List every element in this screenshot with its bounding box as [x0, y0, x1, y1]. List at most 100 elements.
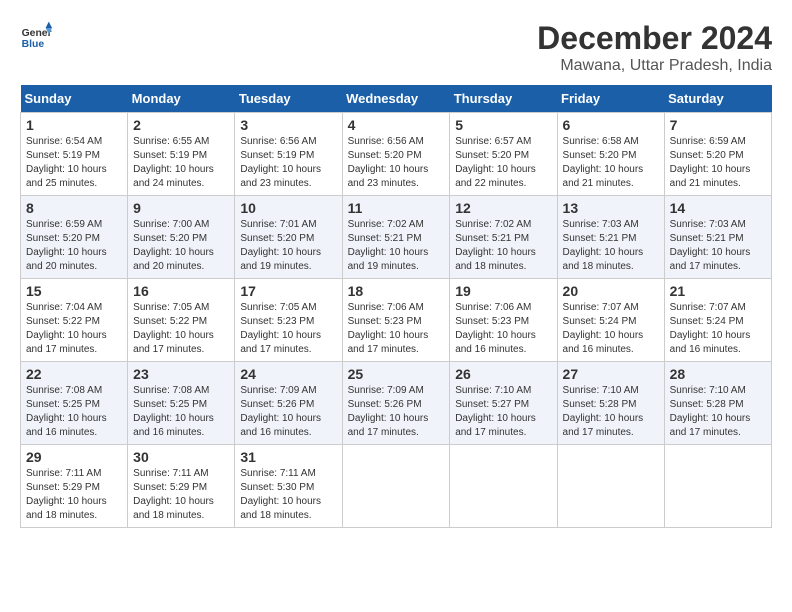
calendar-cell	[450, 445, 557, 528]
calendar-cell: 3 Sunrise: 6:56 AM Sunset: 5:19 PM Dayli…	[235, 113, 342, 196]
calendar-cell: 25 Sunrise: 7:09 AM Sunset: 5:26 PM Dayl…	[342, 362, 450, 445]
calendar-cell	[557, 445, 664, 528]
weekday-header-friday: Friday	[557, 85, 664, 113]
weekday-header-tuesday: Tuesday	[235, 85, 342, 113]
day-number: 13	[563, 200, 659, 216]
day-info: Sunrise: 7:11 AM Sunset: 5:29 PM Dayligh…	[26, 467, 122, 523]
day-info: Sunrise: 7:07 AM Sunset: 5:24 PM Dayligh…	[670, 301, 766, 357]
day-number: 24	[240, 366, 336, 382]
day-info: Sunrise: 6:55 AM Sunset: 5:19 PM Dayligh…	[133, 135, 229, 191]
day-number: 29	[26, 449, 122, 465]
calendar-cell: 19 Sunrise: 7:06 AM Sunset: 5:23 PM Dayl…	[450, 279, 557, 362]
day-number: 16	[133, 283, 229, 299]
calendar-week-4: 22 Sunrise: 7:08 AM Sunset: 5:25 PM Dayl…	[21, 362, 772, 445]
calendar-cell: 15 Sunrise: 7:04 AM Sunset: 5:22 PM Dayl…	[21, 279, 128, 362]
day-number: 2	[133, 117, 229, 133]
day-number: 27	[563, 366, 659, 382]
calendar-cell: 29 Sunrise: 7:11 AM Sunset: 5:29 PM Dayl…	[21, 445, 128, 528]
day-number: 9	[133, 200, 229, 216]
calendar-cell: 4 Sunrise: 6:56 AM Sunset: 5:20 PM Dayli…	[342, 113, 450, 196]
day-number: 7	[670, 117, 766, 133]
day-info: Sunrise: 7:08 AM Sunset: 5:25 PM Dayligh…	[133, 384, 229, 440]
day-info: Sunrise: 7:08 AM Sunset: 5:25 PM Dayligh…	[26, 384, 122, 440]
day-info: Sunrise: 7:02 AM Sunset: 5:21 PM Dayligh…	[348, 218, 445, 274]
calendar-cell: 24 Sunrise: 7:09 AM Sunset: 5:26 PM Dayl…	[235, 362, 342, 445]
day-info: Sunrise: 7:06 AM Sunset: 5:23 PM Dayligh…	[455, 301, 551, 357]
calendar-cell: 30 Sunrise: 7:11 AM Sunset: 5:29 PM Dayl…	[128, 445, 235, 528]
calendar-cell: 26 Sunrise: 7:10 AM Sunset: 5:27 PM Dayl…	[450, 362, 557, 445]
day-info: Sunrise: 7:09 AM Sunset: 5:26 PM Dayligh…	[240, 384, 336, 440]
day-info: Sunrise: 7:10 AM Sunset: 5:28 PM Dayligh…	[670, 384, 766, 440]
day-info: Sunrise: 6:56 AM Sunset: 5:19 PM Dayligh…	[240, 135, 336, 191]
day-info: Sunrise: 7:11 AM Sunset: 5:30 PM Dayligh…	[240, 467, 336, 523]
day-number: 18	[348, 283, 445, 299]
calendar-cell: 14 Sunrise: 7:03 AM Sunset: 5:21 PM Dayl…	[664, 196, 771, 279]
weekday-header-wednesday: Wednesday	[342, 85, 450, 113]
calendar-cell: 11 Sunrise: 7:02 AM Sunset: 5:21 PM Dayl…	[342, 196, 450, 279]
day-number: 17	[240, 283, 336, 299]
calendar-cell: 13 Sunrise: 7:03 AM Sunset: 5:21 PM Dayl…	[557, 196, 664, 279]
calendar-cell: 9 Sunrise: 7:00 AM Sunset: 5:20 PM Dayli…	[128, 196, 235, 279]
calendar-cell: 31 Sunrise: 7:11 AM Sunset: 5:30 PM Dayl…	[235, 445, 342, 528]
day-number: 28	[670, 366, 766, 382]
day-info: Sunrise: 7:07 AM Sunset: 5:24 PM Dayligh…	[563, 301, 659, 357]
day-number: 22	[26, 366, 122, 382]
calendar-cell: 23 Sunrise: 7:08 AM Sunset: 5:25 PM Dayl…	[128, 362, 235, 445]
day-number: 6	[563, 117, 659, 133]
calendar-cell: 21 Sunrise: 7:07 AM Sunset: 5:24 PM Dayl…	[664, 279, 771, 362]
day-number: 8	[26, 200, 122, 216]
calendar-week-1: 1 Sunrise: 6:54 AM Sunset: 5:19 PM Dayli…	[21, 113, 772, 196]
day-info: Sunrise: 7:01 AM Sunset: 5:20 PM Dayligh…	[240, 218, 336, 274]
day-info: Sunrise: 7:11 AM Sunset: 5:29 PM Dayligh…	[133, 467, 229, 523]
calendar-cell: 1 Sunrise: 6:54 AM Sunset: 5:19 PM Dayli…	[21, 113, 128, 196]
svg-text:Blue: Blue	[22, 39, 45, 50]
day-info: Sunrise: 7:00 AM Sunset: 5:20 PM Dayligh…	[133, 218, 229, 274]
day-number: 11	[348, 200, 445, 216]
day-info: Sunrise: 7:10 AM Sunset: 5:28 PM Dayligh…	[563, 384, 659, 440]
calendar-cell	[342, 445, 450, 528]
day-number: 12	[455, 200, 551, 216]
day-number: 21	[670, 283, 766, 299]
day-number: 31	[240, 449, 336, 465]
day-number: 1	[26, 117, 122, 133]
day-number: 4	[348, 117, 445, 133]
day-info: Sunrise: 7:09 AM Sunset: 5:26 PM Dayligh…	[348, 384, 445, 440]
calendar-cell: 8 Sunrise: 6:59 AM Sunset: 5:20 PM Dayli…	[21, 196, 128, 279]
calendar-week-5: 29 Sunrise: 7:11 AM Sunset: 5:29 PM Dayl…	[21, 445, 772, 528]
day-number: 19	[455, 283, 551, 299]
calendar-table: SundayMondayTuesdayWednesdayThursdayFrid…	[20, 85, 772, 528]
day-info: Sunrise: 6:58 AM Sunset: 5:20 PM Dayligh…	[563, 135, 659, 191]
day-number: 14	[670, 200, 766, 216]
day-info: Sunrise: 7:05 AM Sunset: 5:22 PM Dayligh…	[133, 301, 229, 357]
day-info: Sunrise: 7:02 AM Sunset: 5:21 PM Dayligh…	[455, 218, 551, 274]
day-info: Sunrise: 7:06 AM Sunset: 5:23 PM Dayligh…	[348, 301, 445, 357]
day-number: 25	[348, 366, 445, 382]
title-area: December 2024 Mawana, Uttar Pradesh, Ind…	[537, 20, 772, 75]
calendar-cell: 7 Sunrise: 6:59 AM Sunset: 5:20 PM Dayli…	[664, 113, 771, 196]
day-info: Sunrise: 6:59 AM Sunset: 5:20 PM Dayligh…	[26, 218, 122, 274]
day-info: Sunrise: 7:03 AM Sunset: 5:21 PM Dayligh…	[563, 218, 659, 274]
day-info: Sunrise: 7:10 AM Sunset: 5:27 PM Dayligh…	[455, 384, 551, 440]
day-number: 20	[563, 283, 659, 299]
calendar-week-3: 15 Sunrise: 7:04 AM Sunset: 5:22 PM Dayl…	[21, 279, 772, 362]
calendar-cell	[664, 445, 771, 528]
day-info: Sunrise: 7:04 AM Sunset: 5:22 PM Dayligh…	[26, 301, 122, 357]
calendar-cell: 2 Sunrise: 6:55 AM Sunset: 5:19 PM Dayli…	[128, 113, 235, 196]
day-info: Sunrise: 6:56 AM Sunset: 5:20 PM Dayligh…	[348, 135, 445, 191]
day-info: Sunrise: 6:57 AM Sunset: 5:20 PM Dayligh…	[455, 135, 551, 191]
day-number: 5	[455, 117, 551, 133]
day-number: 26	[455, 366, 551, 382]
day-number: 3	[240, 117, 336, 133]
calendar-cell: 12 Sunrise: 7:02 AM Sunset: 5:21 PM Dayl…	[450, 196, 557, 279]
calendar-cell: 27 Sunrise: 7:10 AM Sunset: 5:28 PM Dayl…	[557, 362, 664, 445]
logo: General Blue	[20, 20, 52, 52]
weekday-header-sunday: Sunday	[21, 85, 128, 113]
calendar-cell: 20 Sunrise: 7:07 AM Sunset: 5:24 PM Dayl…	[557, 279, 664, 362]
calendar-cell: 16 Sunrise: 7:05 AM Sunset: 5:22 PM Dayl…	[128, 279, 235, 362]
month-title: December 2024	[537, 20, 772, 57]
weekday-header-monday: Monday	[128, 85, 235, 113]
day-info: Sunrise: 7:03 AM Sunset: 5:21 PM Dayligh…	[670, 218, 766, 274]
calendar-cell: 5 Sunrise: 6:57 AM Sunset: 5:20 PM Dayli…	[450, 113, 557, 196]
day-info: Sunrise: 6:59 AM Sunset: 5:20 PM Dayligh…	[670, 135, 766, 191]
calendar-cell: 28 Sunrise: 7:10 AM Sunset: 5:28 PM Dayl…	[664, 362, 771, 445]
